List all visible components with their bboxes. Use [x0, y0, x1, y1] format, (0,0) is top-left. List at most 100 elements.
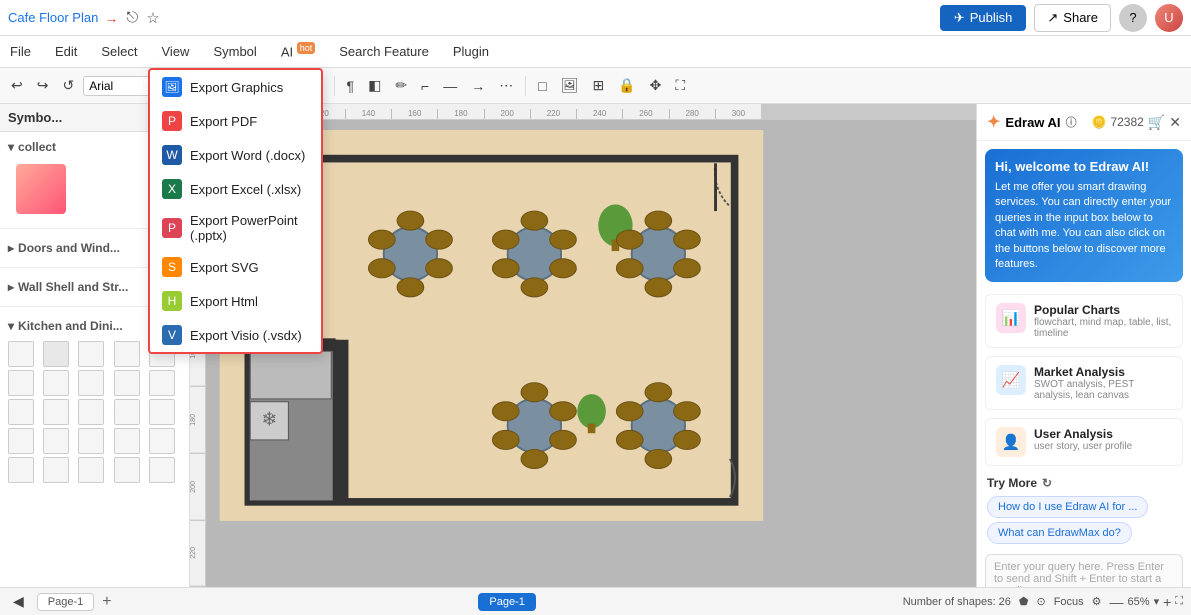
font-selector[interactable] — [83, 76, 153, 96]
logo-text: Cafe Floor Plan — [8, 10, 98, 25]
menu-symbol[interactable]: Symbol — [211, 40, 258, 63]
refresh-icon[interactable]: ↻ — [1042, 476, 1052, 490]
export-svg-icon: S — [162, 257, 182, 277]
image-button[interactable]: 🖼 — [556, 74, 584, 97]
shape-18[interactable] — [78, 428, 104, 454]
ruler-tick: 260 — [622, 109, 668, 119]
export-visio-item[interactable]: V Export Visio (.vsdx) — [150, 318, 321, 352]
external-link-icon[interactable]: ⎋ — [126, 9, 138, 27]
ai-info-icon[interactable]: ⓘ — [1066, 114, 1077, 130]
market-analysis-card[interactable]: 📈 Market Analysis SWOT analysis, PEST an… — [985, 356, 1183, 410]
publish-button[interactable]: ✈ Publish — [940, 5, 1027, 31]
shape-button[interactable]: □ — [533, 75, 551, 97]
user-analysis-text: User Analysis user story, user profile — [1034, 427, 1132, 452]
help-icon[interactable]: ? — [1119, 4, 1147, 32]
popular-charts-card[interactable]: 📊 Popular Charts flowchart, mind map, ta… — [985, 294, 1183, 348]
menu-ai[interactable]: AI hot — [279, 39, 317, 63]
collect-chevron: ▾ — [8, 140, 14, 154]
page-1-label: Page-1 — [48, 596, 83, 608]
avatar[interactable]: U — [1155, 4, 1183, 32]
ai-welcome-card: Hi, welcome to Edraw AI! Let me offer yo… — [985, 149, 1183, 282]
zoom-dropdown-icon[interactable]: ▾ — [1154, 595, 1160, 608]
menu-plugin[interactable]: Plugin — [451, 40, 491, 63]
star-icon[interactable]: ☆ — [146, 9, 159, 27]
page-1-tab[interactable]: Page-1 — [37, 593, 94, 611]
popular-charts-icon: 📊 — [996, 303, 1026, 333]
export-excel-item[interactable]: X Export Excel (.xlsx) — [150, 172, 321, 206]
market-analysis-subtitle: SWOT analysis, PEST analysis, lean canva… — [1034, 379, 1172, 401]
shape-8[interactable] — [78, 370, 104, 396]
shape-15[interactable] — [149, 399, 175, 425]
fill-button[interactable]: ◧ — [363, 74, 386, 97]
paragraph-button[interactable]: ¶ — [342, 75, 360, 97]
shape-7[interactable] — [43, 370, 69, 396]
fullscreen-button[interactable]: ⛶ — [670, 74, 690, 97]
settings-icon[interactable]: ⚙ — [1092, 595, 1102, 608]
shape-grid — [8, 337, 181, 487]
export-word-item[interactable]: W Export Word (.docx) — [150, 138, 321, 172]
shape-9[interactable] — [114, 370, 140, 396]
ai-panel: ✦ Edraw AI ⓘ 🪙 72382 🛒 ✕ Hi, welcome to … — [976, 104, 1191, 587]
menu-file[interactable]: File — [8, 40, 33, 63]
export-pdf-item[interactable]: P Export PDF — [150, 104, 321, 138]
lock-button[interactable]: 🔒 — [613, 74, 640, 97]
fit-icon[interactable]: ⛶ — [1175, 595, 1183, 608]
redo2-button[interactable]: ↺ — [57, 74, 79, 97]
export-ppt-icon: P — [162, 218, 182, 238]
redo-button[interactable]: ↪ — [32, 74, 54, 97]
shape-12[interactable] — [43, 399, 69, 425]
cart-icon[interactable]: 🛒 — [1148, 114, 1165, 131]
shape-2[interactable] — [43, 341, 69, 367]
menu-view[interactable]: View — [160, 40, 192, 63]
zoom-out-button[interactable]: — — [1110, 594, 1124, 610]
shape-19[interactable] — [114, 428, 140, 454]
top-icon-group: ⎋ ☆ — [126, 9, 159, 27]
shape-13[interactable] — [78, 399, 104, 425]
ai-input[interactable]: Enter your query here. Press Enter to se… — [985, 554, 1183, 587]
user-analysis-card[interactable]: 👤 User Analysis user story, user profile — [985, 418, 1183, 466]
export-svg-item[interactable]: S Export SVG — [150, 250, 321, 284]
export-ppt-item[interactable]: P Export PowerPoint (.pptx) — [150, 206, 321, 250]
connector-button[interactable]: ⌐ — [416, 75, 434, 97]
shape-10[interactable] — [149, 370, 175, 396]
shape-20[interactable] — [149, 428, 175, 454]
ruler-tick: 220 — [530, 109, 576, 119]
shape-3[interactable] — [78, 341, 104, 367]
shape-14[interactable] — [114, 399, 140, 425]
dotted-line-button[interactable]: ⋯ — [494, 74, 518, 97]
shape-6[interactable] — [8, 370, 34, 396]
group-button[interactable]: ⊞ — [587, 74, 609, 97]
ai-close-icon[interactable]: ✕ — [1169, 114, 1181, 131]
share-button[interactable]: ↗ Share — [1034, 4, 1111, 32]
shape-1[interactable] — [8, 341, 34, 367]
arrow-style-button[interactable]: → — [466, 75, 490, 97]
stroke-button[interactable]: ✏ — [390, 74, 412, 97]
export-html-item[interactable]: H Export Html — [150, 284, 321, 318]
shape-23[interactable] — [78, 457, 104, 483]
shape-17[interactable] — [43, 428, 69, 454]
menu-edit[interactable]: Edit — [53, 40, 79, 63]
line-style-button[interactable]: — — [438, 75, 462, 97]
active-page-tab[interactable]: Page-1 — [478, 593, 535, 611]
shape-11[interactable] — [8, 399, 34, 425]
ai-input-placeholder: Enter your query here. Press Enter to se… — [994, 561, 1164, 587]
cursor-button[interactable]: ✥ — [645, 74, 667, 97]
export-word-label: Export Word (.docx) — [190, 148, 305, 163]
menu-select[interactable]: Select — [99, 40, 139, 63]
shape-16[interactable] — [8, 428, 34, 454]
page-nav-prev[interactable]: ◀ — [8, 590, 29, 613]
shape-24[interactable] — [114, 457, 140, 483]
undo-button[interactable]: ↩ — [6, 74, 28, 97]
zoom-in-button[interactable]: + — [1163, 594, 1171, 610]
menu-search-feature[interactable]: Search Feature — [337, 40, 431, 63]
try-chip-1[interactable]: How do I use Edraw AI for ... — [987, 496, 1148, 518]
try-chip-2[interactable]: What can EdrawMax do? — [987, 522, 1132, 544]
shape-21[interactable] — [8, 457, 34, 483]
add-page-button[interactable]: + — [102, 593, 111, 611]
shape-22[interactable] — [43, 457, 69, 483]
shape-25[interactable] — [149, 457, 175, 483]
ruler-tick: 240 — [576, 109, 622, 119]
focus-icon[interactable]: ⊙ — [1036, 595, 1045, 608]
export-graphics-item[interactable]: 🖼 Export Graphics — [150, 70, 321, 104]
shape-4[interactable] — [114, 341, 140, 367]
